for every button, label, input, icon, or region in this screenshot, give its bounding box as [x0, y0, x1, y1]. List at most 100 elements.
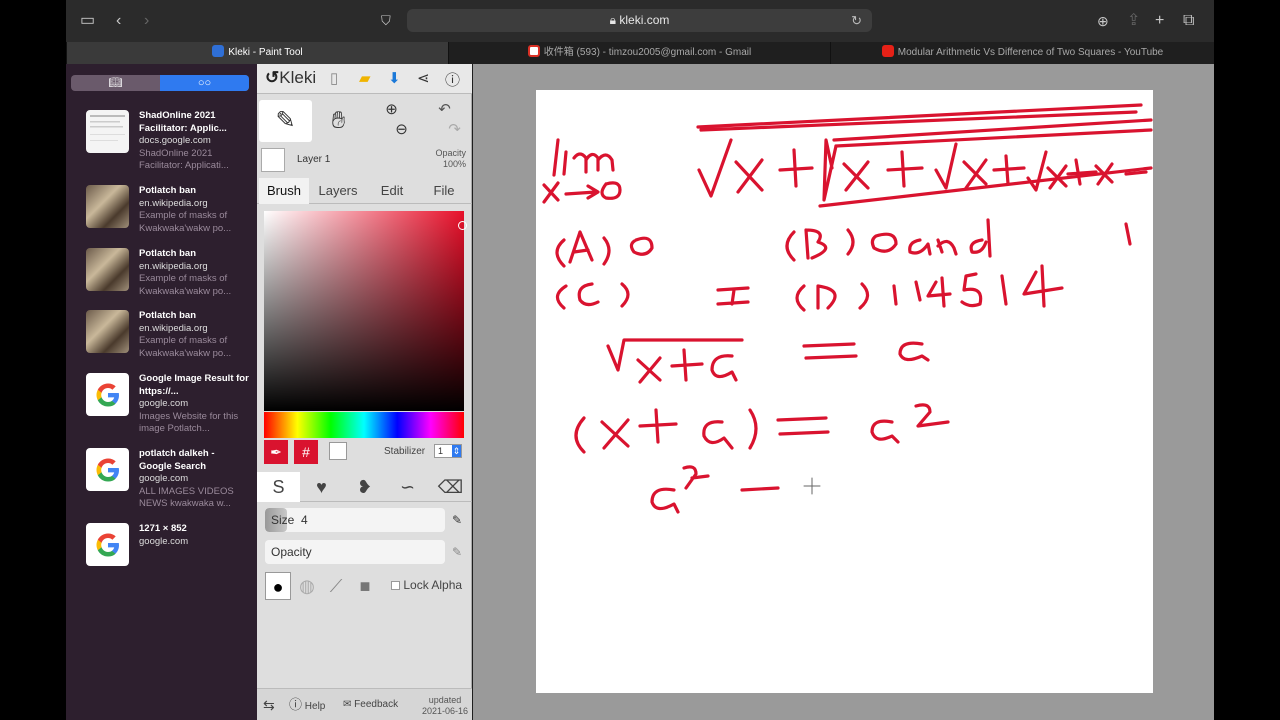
tab-overview-icon[interactable]: ⧉ — [1183, 11, 1194, 31]
opacity-slider[interactable]: Opacity 100 — [265, 540, 445, 564]
undo-icon[interactable]: ↶ — [438, 101, 451, 118]
url-text: kleki.com — [619, 13, 670, 27]
hue-slider[interactable] — [264, 412, 464, 438]
redo-icon[interactable]: ↷ — [448, 121, 461, 138]
tab-label: Kleki - Paint Tool — [228, 47, 303, 58]
item-domain: en.wikipedia.org — [139, 322, 208, 334]
zoom-in-icon[interactable]: ⊕ — [385, 101, 398, 118]
lock-alpha-checkbox[interactable]: Lock Alpha — [391, 578, 462, 592]
help-circle-icon[interactable]: ⓘ — [445, 69, 460, 90]
tab-brush[interactable]: Brush — [259, 178, 309, 204]
help-button[interactable]: ⓘ Help — [289, 689, 325, 720]
tab-gmail[interactable]: 收件箱 (593) - timzou2005@gmail.com - Gmail — [448, 42, 830, 64]
color-picker-handle[interactable] — [458, 221, 467, 230]
panel-tabs: Brush Layers Edit File — [257, 178, 472, 204]
select-arrow-icon: ⇕ — [452, 445, 461, 457]
brush-shape-row: ● ◍ ⟋ ■ — [265, 572, 385, 600]
doc-thumbnail — [86, 110, 129, 153]
sidebar-toggle-icon[interactable]: ▭ — [80, 11, 95, 31]
list-item[interactable]: Potlatch ban en.wikipedia.org Example of… — [86, 310, 251, 360]
share-icon[interactable]: ⇪ — [1127, 11, 1140, 31]
stabilizer-value: 1 — [438, 446, 444, 456]
list-item[interactable]: Potlatch ban en.wikipedia.org Example of… — [86, 185, 251, 235]
hex-button[interactable]: # — [294, 440, 318, 464]
item-desc: ShadOnline 2021 Facilitator: Applicati..… — [139, 147, 229, 172]
list-item[interactable]: potlatch dalkeh - Google Search google.c… — [86, 448, 251, 512]
share-icon[interactable]: ⋖ — [417, 69, 430, 87]
stabilizer-select[interactable]: 1 ⇕ — [434, 444, 462, 458]
save-download-icon[interactable]: ⬇ — [388, 69, 401, 87]
lock-icon: 🔒︎ — [609, 13, 617, 27]
address-bar[interactable]: 🔒︎ kleki.com ↻ — [407, 9, 872, 32]
help-icon: ⓘ — [289, 697, 303, 712]
swap-icon[interactable]: ⇆ — [263, 689, 275, 720]
blend-brush-icon[interactable]: ♥ — [300, 472, 343, 502]
updated-info: updated 2021-06-16 — [422, 695, 468, 717]
item-domain: google.com — [139, 398, 189, 409]
layer-opacity-value: 100% — [442, 159, 466, 169]
item-domain: google.com — [139, 535, 189, 547]
kleki-panel: ↺Kleki ▯ ▰ ⬇ ⋖ ⓘ ✎ ✋︎ ⊕ ⊖ ↶ ↷ Layer 1 Opac… — [257, 64, 472, 720]
circle-shape-icon[interactable]: ● — [265, 572, 291, 600]
gmail-favicon — [527, 45, 540, 57]
color-picker-sv[interactable] — [264, 211, 467, 411]
layer-thumbnail — [261, 148, 285, 172]
download-icon[interactable]: ⊕ — [1097, 11, 1109, 31]
help-label: Help — [304, 701, 326, 712]
checkbox-box — [391, 581, 400, 590]
calligraphy-shape-icon[interactable]: ⟋ — [323, 572, 349, 600]
opacity-label: Opacity — [271, 545, 312, 559]
tab-file[interactable]: File — [419, 178, 469, 204]
tool-row: ✎ ✋︎ ⊕ ⊖ ↶ ↷ — [257, 100, 472, 142]
layer-info[interactable]: Layer 1 Opacity 100% — [257, 146, 472, 178]
reading-list-tab[interactable]: ○○ — [160, 75, 249, 91]
feedback-label: Feedback — [354, 699, 399, 710]
brush-tool-icon[interactable]: ✎ — [259, 100, 312, 142]
secondary-color-swatch[interactable] — [329, 442, 347, 460]
pen-brush-icon[interactable]: S — [257, 472, 300, 502]
size-slider[interactable]: Size 4 — [265, 508, 445, 532]
eyedropper-icon[interactable]: ✒ — [264, 440, 288, 464]
forward-icon[interactable]: › — [144, 11, 149, 31]
back-icon[interactable]: ‹ — [116, 11, 121, 31]
tab-youtube[interactable]: Modular Arithmetic Vs Difference of Two … — [830, 42, 1214, 64]
feedback-icon: ✉ — [343, 699, 352, 710]
square-shape-icon[interactable]: ■ — [352, 572, 378, 600]
eraser-icon[interactable]: ⌫ — [429, 472, 472, 502]
list-item[interactable]: Google Image Result for https://... goog… — [86, 373, 251, 437]
tab-edit[interactable]: Edit — [367, 178, 417, 204]
tab-layers[interactable]: Layers — [311, 178, 365, 204]
drawing-canvas[interactable] — [536, 90, 1153, 693]
item-domain: en.wikipedia.org — [139, 197, 208, 209]
zoom-tools: ⊕ ⊖ — [365, 100, 418, 142]
open-folder-icon[interactable]: ▰ — [359, 69, 371, 87]
brush-type-row: S ♥ ❥ ∽ ⌫ — [257, 472, 472, 502]
item-title: Google Image Result for https://... — [139, 373, 249, 397]
google-icon — [86, 523, 129, 566]
item-title: Potlatch ban — [139, 248, 197, 259]
opacity-pressure-icon[interactable]: ✎ — [452, 545, 462, 559]
tab-label: 收件箱 (593) - timzou2005@gmail.com - Gmail — [543, 47, 752, 58]
layer-name: Layer 1 — [297, 154, 331, 165]
chalk-shape-icon[interactable]: ◍ — [294, 572, 320, 600]
reload-icon[interactable]: ↻ — [851, 9, 862, 32]
new-file-icon[interactable]: ▯ — [330, 69, 338, 87]
size-value: 4 — [301, 513, 308, 527]
size-pressure-icon[interactable]: ✎ — [452, 513, 462, 527]
tab-kleki[interactable]: Kleki - Paint Tool — [66, 42, 448, 64]
new-tab-icon[interactable]: + — [1155, 11, 1164, 31]
hand-tool-icon[interactable]: ✋︎ — [312, 100, 365, 142]
bookmarks-tab[interactable]: 📖︎ — [71, 75, 160, 91]
zoom-out-icon[interactable]: ⊖ — [395, 121, 408, 138]
pixel-brush-icon[interactable]: ∽ — [386, 472, 429, 502]
feedback-button[interactable]: ✉ Feedback — [343, 689, 398, 720]
list-item[interactable]: 1271 × 852 google.com — [86, 523, 251, 567]
sketchy-brush-icon[interactable]: ❥ — [343, 472, 386, 502]
kleki-logo[interactable]: ↺Kleki — [265, 68, 316, 88]
color-row: ✒ # Stabilizer 1 ⇕ — [264, 440, 469, 464]
google-icon — [86, 448, 129, 491]
list-item[interactable]: Potlatch ban en.wikipedia.org Example of… — [86, 248, 251, 298]
list-item[interactable]: ShadOnline 2021 Facilitator: Applic... d… — [86, 110, 251, 171]
item-title: ShadOnline 2021 Facilitator: Applic... — [139, 110, 227, 134]
shield-icon[interactable]: ⛉ — [381, 11, 391, 31]
